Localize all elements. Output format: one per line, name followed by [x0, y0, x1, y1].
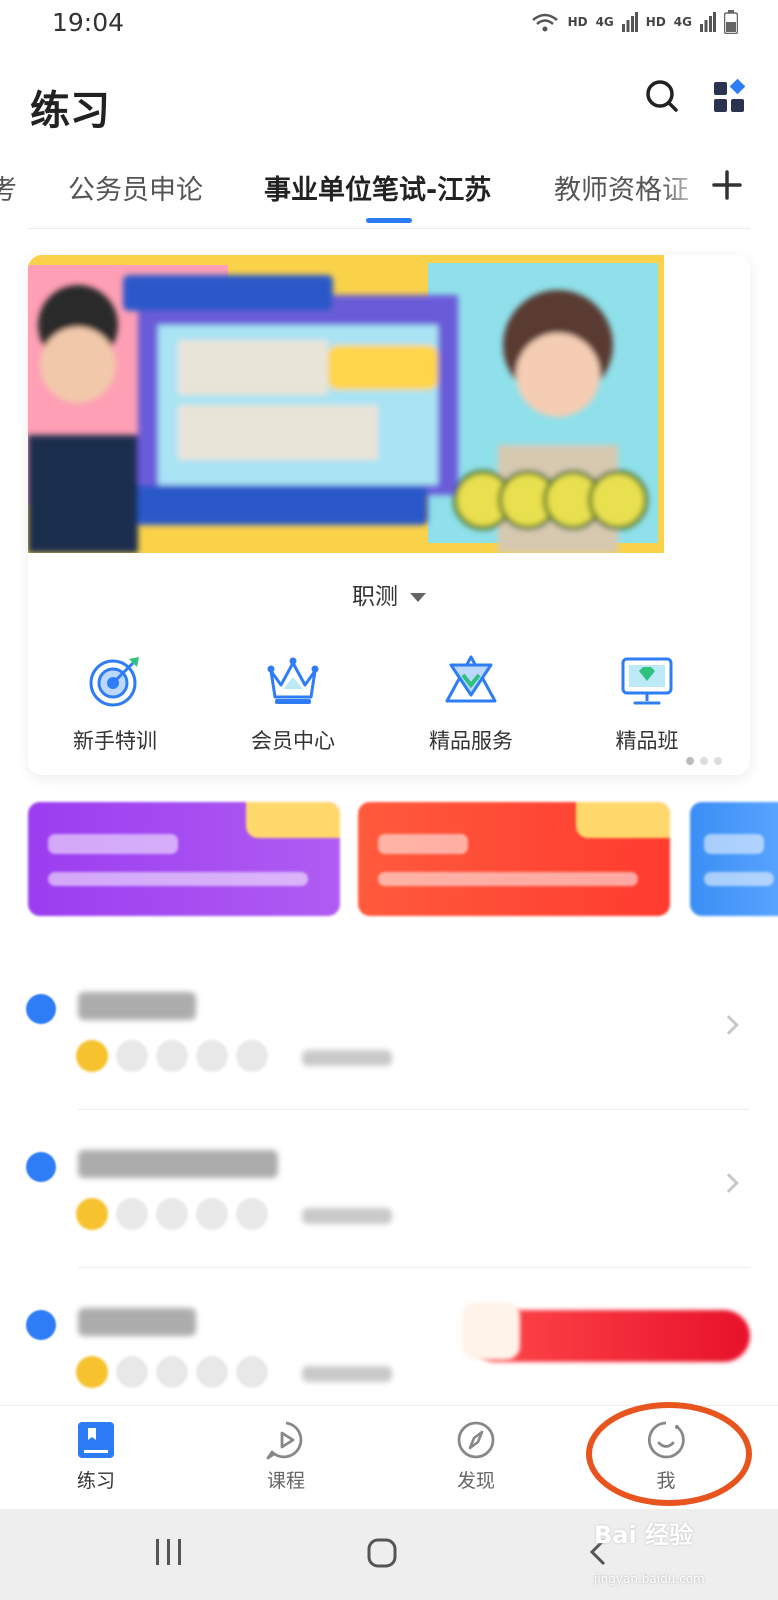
promo-subtitle-blur	[48, 872, 308, 886]
page-dot	[700, 757, 708, 765]
tab-civil-servant-essay[interactable]: 公务员申论	[68, 168, 203, 207]
list-title-blur	[78, 1308, 196, 1336]
quick-link-label: 精品班	[615, 729, 679, 753]
target-icon	[89, 657, 139, 707]
category-tabs: 考 公务员申论 事业单位笔试-江苏 教师资格证	[0, 160, 778, 230]
banner-image	[28, 255, 664, 553]
list-count-blur	[302, 1050, 392, 1066]
nav-practice[interactable]: 练习	[26, 1420, 166, 1493]
apps-grid-icon	[714, 78, 746, 112]
expand-dot-icon	[26, 994, 56, 1024]
list-title-blur	[78, 1150, 278, 1178]
quick-link-label: 会员中心	[251, 729, 335, 753]
caret-down-icon	[410, 593, 426, 602]
star-rating	[76, 1198, 268, 1230]
quick-link-premium-class[interactable]: 精品班	[562, 653, 732, 755]
tab-previous[interactable]: 考	[0, 168, 17, 207]
page-indicator	[686, 757, 722, 765]
plus-icon	[712, 170, 742, 200]
expand-dot-icon	[26, 1310, 56, 1340]
floating-promo-icon	[462, 1302, 520, 1360]
watermark: Bai 经验	[594, 1521, 694, 1549]
list-title-blur	[78, 992, 196, 1020]
crown-icon	[267, 657, 319, 704]
promo-banner[interactable]	[28, 255, 664, 553]
wifi-icon	[531, 13, 558, 32]
promo-subtitle-blur	[704, 872, 774, 886]
promo-card-purple[interactable]	[28, 802, 340, 916]
chevron-right-icon	[719, 1015, 739, 1035]
tab-institution-exam-jiangsu[interactable]: 事业单位笔试-江苏	[264, 168, 491, 207]
promo-card-blue[interactable]	[690, 802, 778, 916]
tabs-fade	[660, 160, 708, 220]
book-icon	[78, 1422, 114, 1458]
promo-subtitle-blur	[378, 872, 638, 886]
tabs-divider	[28, 228, 750, 229]
quick-link-label: 精品服务	[429, 729, 513, 753]
promo-card-red[interactable]	[358, 802, 670, 916]
highlight-annotation-circle	[586, 1402, 752, 1506]
list-count-blur	[302, 1366, 392, 1382]
quick-link-premium-service[interactable]: 精品服务	[386, 653, 556, 755]
promo-title-blur	[378, 834, 468, 854]
status-time: 19:04	[52, 8, 125, 37]
search-button[interactable]	[644, 78, 684, 118]
home-icon	[367, 1538, 397, 1568]
battery-icon	[724, 10, 738, 34]
diamond-icon	[445, 655, 497, 703]
watermark-url: jingyan.baidu.com	[594, 1572, 705, 1586]
star-rating	[76, 1356, 268, 1388]
quick-link-label: 新手特训	[73, 729, 157, 753]
hd-indicator: HD	[567, 15, 588, 29]
promo-title-blur	[48, 834, 178, 854]
quick-link-beginner-training[interactable]: 新手特训	[30, 653, 200, 755]
active-tab-indicator	[366, 218, 412, 223]
apps-button[interactable]	[712, 78, 752, 118]
subject-selector[interactable]: 职测	[28, 577, 750, 611]
list-count-blur	[302, 1208, 392, 1224]
chevron-right-icon	[719, 1173, 739, 1193]
hd-indicator-2: HD	[645, 15, 666, 29]
signal-icon	[621, 12, 638, 32]
monitor-icon	[621, 657, 673, 705]
quick-link-member-center[interactable]: 会员中心	[208, 653, 378, 755]
promo-title-blur	[704, 834, 764, 854]
page-dot	[714, 757, 722, 765]
star-rating	[76, 1040, 268, 1072]
signal-icon-2	[700, 12, 716, 32]
search-icon	[646, 80, 678, 112]
recent-apps-button[interactable]	[154, 1537, 184, 1571]
promo-tag	[246, 802, 340, 838]
status-icons: HD 4G HD 4G	[530, 10, 738, 34]
add-tab-button[interactable]	[712, 168, 742, 206]
nav-label: 课程	[266, 1470, 305, 1492]
promo-tag	[576, 802, 670, 838]
network-indicator-2: 4G	[673, 15, 692, 29]
expand-dot-icon	[26, 1152, 56, 1182]
page-dot-active	[686, 757, 694, 765]
network-indicator: 4G	[595, 15, 614, 29]
nav-courses[interactable]: 课程	[216, 1420, 356, 1493]
compass-icon	[457, 1421, 495, 1459]
page-title: 练习	[30, 88, 110, 134]
subject-label: 职测	[352, 584, 398, 610]
recent-apps-icon	[156, 1539, 181, 1565]
nav-label: 发现	[456, 1470, 495, 1492]
status-bar: 19:04 HD 4G HD 4G	[0, 0, 778, 52]
nav-label: 练习	[76, 1470, 115, 1492]
play-icon	[266, 1421, 303, 1460]
main-card: 职测 新手特训 会员中心 精品服务 精品班	[28, 255, 750, 775]
practice-list-item[interactable]	[0, 952, 778, 1110]
practice-list-item[interactable]	[0, 1110, 778, 1268]
home-button[interactable]	[366, 1537, 398, 1573]
nav-discover[interactable]: 发现	[406, 1420, 546, 1493]
